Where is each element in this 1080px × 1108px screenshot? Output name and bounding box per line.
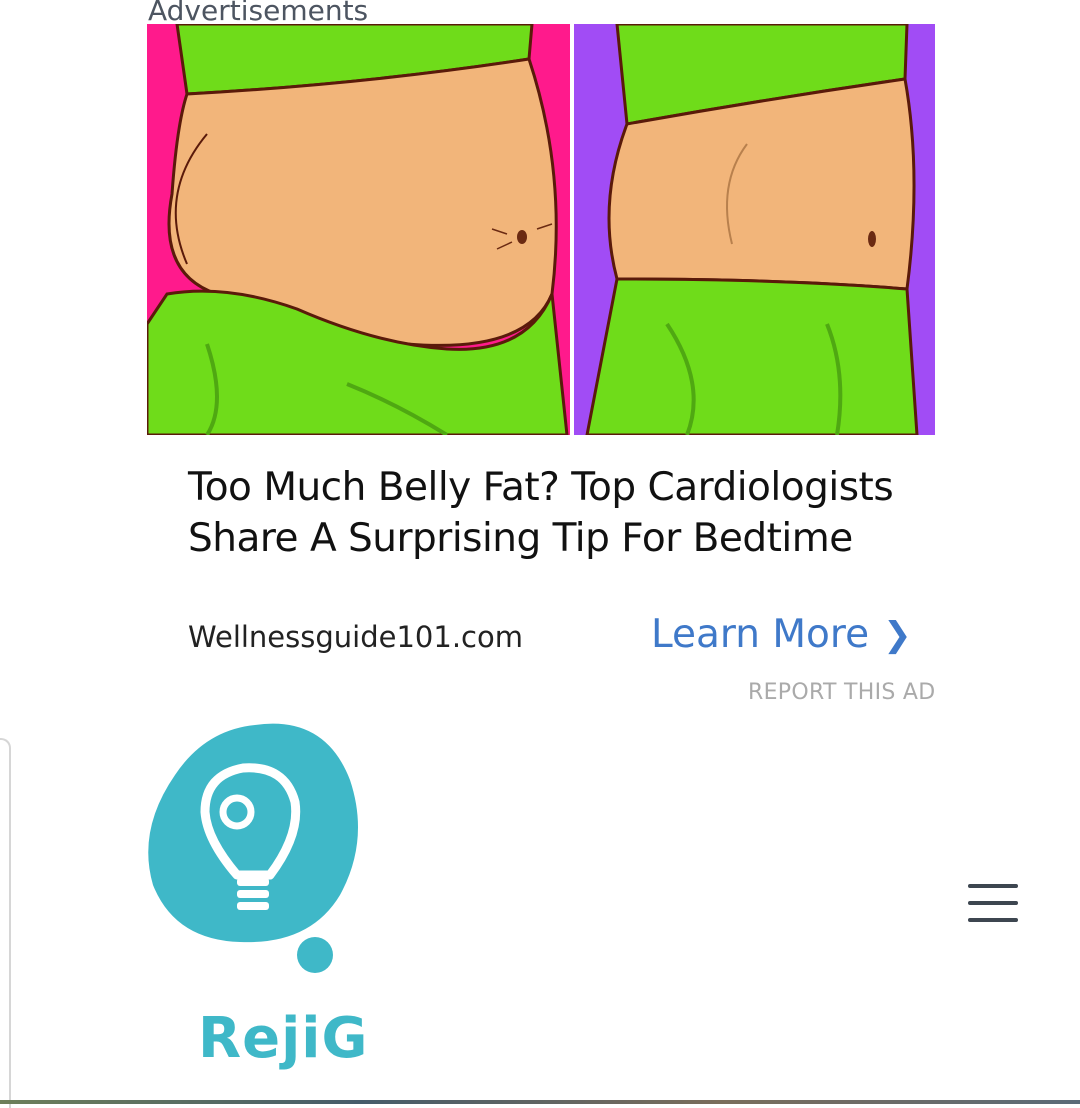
ad-headline[interactable]: Too Much Belly Fat? Top Cardiologists Sh… [188, 462, 928, 564]
learn-more-button[interactable]: Learn More ❯ [651, 612, 912, 657]
ad-image[interactable] [147, 24, 935, 435]
bottom-image-strip [0, 1100, 1080, 1104]
rejig-logo[interactable] [145, 720, 365, 980]
hamburger-menu-icon[interactable] [968, 882, 1018, 924]
site-name: RejiG [198, 1006, 369, 1071]
report-ad-link[interactable]: REPORT THIS AD [748, 680, 936, 705]
ad-source-domain: Wellnessguide101.com [188, 620, 523, 654]
learn-more-label: Learn More [651, 612, 870, 657]
panel-edge [0, 738, 11, 1108]
lightbulb-icon [148, 723, 358, 973]
chevron-right-icon: ❯ [883, 614, 912, 655]
belly-before-after-illustration [147, 24, 935, 435]
